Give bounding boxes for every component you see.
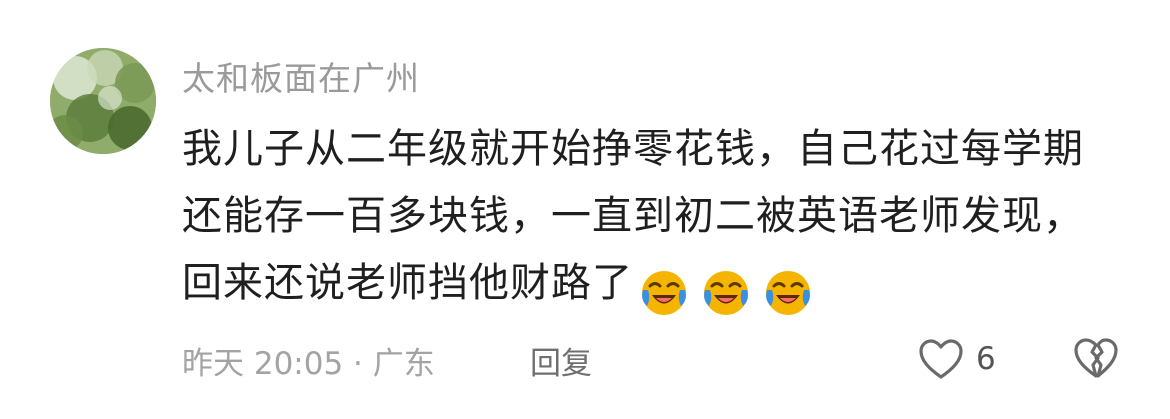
comment-text: 我儿子从二年级就开始挣零花钱，自己花过每学期还能存一百多块钱，一直到初二被英语老… (182, 126, 1084, 306)
like-count: 6 (976, 341, 996, 377)
comment-body: 我儿子从二年级就开始挣零花钱，自己花过每学期还能存一百多块钱，一直到初二被英语老… (182, 116, 1122, 325)
reply-button[interactable]: 回复 (530, 338, 592, 383)
comment-item: 太和板面在广州 我儿子从二年级就开始挣零花钱，自己花过每学期还能存一百多块钱，一… (0, 0, 1170, 419)
heart-outline-icon (919, 339, 963, 379)
broken-heart-icon (1074, 338, 1118, 378)
avatar[interactable] (50, 48, 156, 154)
crying-laughing-emoji-icon (766, 271, 810, 315)
crying-laughing-emoji-icon (642, 271, 686, 315)
crying-laughing-emoji-icon (704, 271, 748, 315)
emoji-group (639, 258, 825, 325)
comment-meta: 昨天 20:05 · 广东 (182, 346, 435, 382)
dislike-button[interactable] (1072, 334, 1120, 382)
like-button[interactable]: 6 (918, 336, 996, 382)
username[interactable]: 太和板面在广州 (182, 52, 420, 100)
